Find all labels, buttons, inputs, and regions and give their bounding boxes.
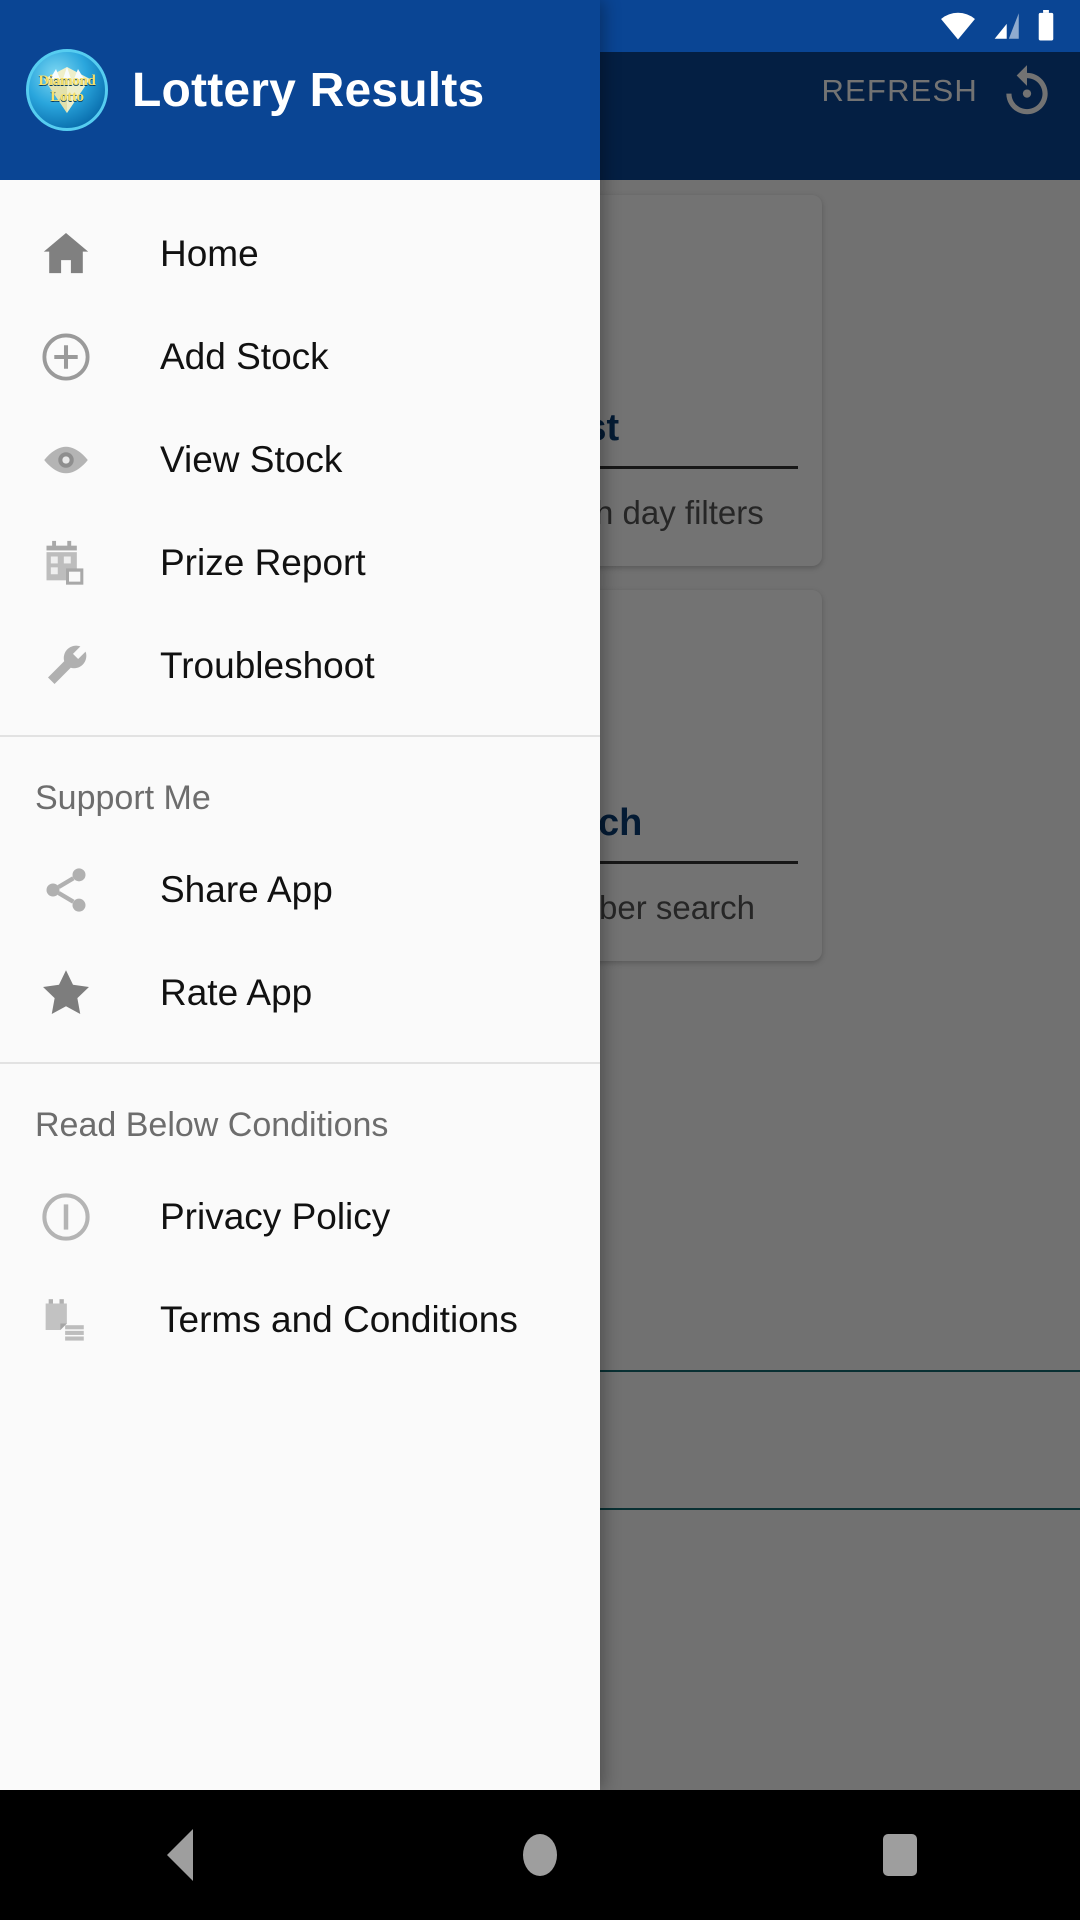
recents-button[interactable]: [840, 1790, 960, 1920]
sidebar-item-home[interactable]: Home: [0, 202, 600, 305]
home-button[interactable]: [480, 1790, 600, 1920]
sidebar-item-add-stock[interactable]: Add Stock: [0, 305, 600, 408]
triangle-back-icon: [167, 1829, 193, 1881]
sidebar-item-label: Terms and Conditions: [160, 1298, 518, 1340]
drawer-menu-list: Home Add Stock View Stock Prize Report T…: [0, 180, 600, 1790]
sidebar-item-label: Add Stock: [160, 335, 329, 377]
logo-line-2: Lotto: [50, 89, 84, 105]
share-icon: [35, 859, 97, 921]
back-button[interactable]: [120, 1790, 240, 1920]
home-icon: [35, 223, 97, 285]
sidebar-item-label: View Stock: [160, 438, 343, 480]
sidebar-item-label: Share App: [160, 868, 333, 910]
sidebar-item-label: Home: [160, 232, 259, 274]
sidebar-item-label: Rate App: [160, 971, 313, 1013]
status-bar-right: [940, 10, 1056, 42]
sidebar-item-label: Prize Report: [160, 541, 366, 583]
eye-icon: [35, 429, 97, 491]
sidebar-item-view-stock[interactable]: View Stock: [0, 408, 600, 511]
app-logo: Diamond Lotto: [26, 49, 108, 131]
sidebar-item-share-app[interactable]: Share App: [0, 838, 600, 941]
terms-document-icon: [35, 1289, 97, 1351]
wrench-icon: [35, 635, 97, 697]
page-title: Lottery Results: [132, 63, 485, 117]
info-circle-icon: [35, 1186, 97, 1248]
sidebar-item-label: Privacy Policy: [160, 1195, 391, 1237]
circle-home-icon: [523, 1834, 557, 1876]
plus-circle-icon: [35, 326, 97, 388]
logo-line-1: Diamond: [38, 73, 96, 90]
cellular-signal-icon: [994, 13, 1019, 39]
drawer-section-header: Support Me: [35, 779, 211, 817]
sidebar-item-rate-app[interactable]: Rate App: [0, 941, 600, 1044]
square-recents-icon: [883, 1834, 917, 1876]
drawer-header: Diamond Lotto Lottery Results: [0, 0, 600, 180]
battery-icon: [1038, 10, 1054, 41]
wifi-icon: [941, 12, 975, 40]
system-navigation-bar: [0, 1790, 1080, 1920]
sidebar-item-troubleshoot[interactable]: Troubleshoot: [0, 614, 600, 717]
sidebar-item-prize-report[interactable]: Prize Report: [0, 511, 600, 614]
sidebar-item-label: Troubleshoot: [160, 644, 375, 686]
star-icon: [35, 962, 97, 1024]
sidebar-item-privacy-policy[interactable]: Privacy Policy: [0, 1165, 600, 1268]
sidebar-item-terms-and-conditions[interactable]: Terms and Conditions: [0, 1268, 600, 1371]
calendar-report-icon: [35, 532, 97, 594]
drawer-section-header: Read Below Conditions: [35, 1106, 389, 1144]
navigation-drawer: Diamond Lotto Lottery Results Home Add S…: [0, 0, 600, 1790]
